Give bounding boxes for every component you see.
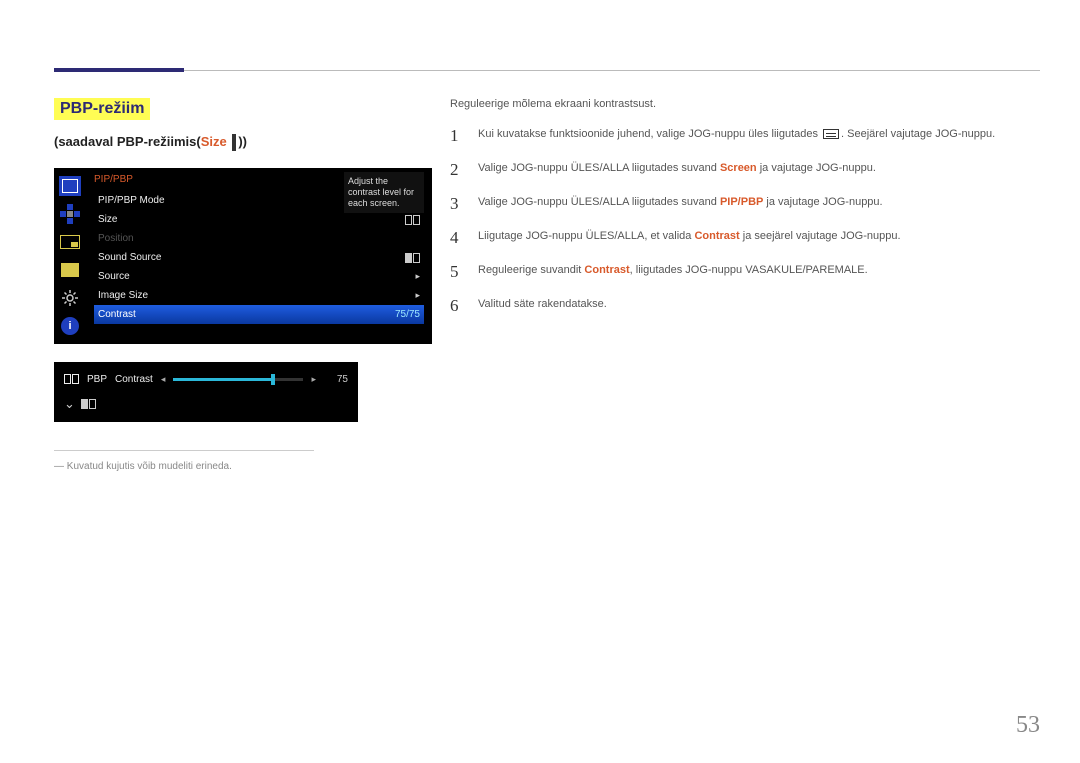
step-highlight: Contrast bbox=[694, 230, 739, 242]
step-fragment: . Seejärel vajutage JOG-nuppu. bbox=[841, 128, 995, 140]
sound-source-icon bbox=[405, 253, 420, 263]
header-rule bbox=[54, 70, 1040, 71]
step-number: 2 bbox=[450, 160, 464, 180]
section-heading: PBP-režiim bbox=[54, 98, 150, 120]
slider-source-label: PBP bbox=[87, 374, 107, 385]
info-icon: i bbox=[59, 316, 81, 336]
osd-row-contrast[interactable]: Contrast 75/75 bbox=[94, 305, 424, 324]
pbp-size-icon bbox=[405, 215, 420, 225]
osd-panel: i PIP/PBP Adjust the contrast level for … bbox=[54, 168, 432, 344]
step-text: Valitud säte rakendatakse. bbox=[478, 296, 1035, 312]
steps-list: 1 Kui kuvatakse funktsioonide juhend, va… bbox=[450, 126, 1035, 316]
dpad-icon bbox=[59, 204, 81, 224]
step-fragment: , liigutades JOG-nuppu VASAKULE/PAREMALE… bbox=[630, 264, 868, 276]
step-fragment: ja seejärel vajutage JOG-nuppu. bbox=[740, 230, 901, 242]
pbp-size-icon bbox=[64, 374, 79, 384]
slider-arrow-left-icon[interactable]: ◂ bbox=[161, 374, 166, 385]
pbp-size-icon bbox=[81, 399, 96, 409]
footnote-text: Kuvatud kujutis võib mudeliti erineda. bbox=[67, 461, 232, 472]
step-fragment: Valige JOG-nuppu ÜLES/ALLA liigutades su… bbox=[478, 162, 720, 174]
step-1: 1 Kui kuvatakse funktsioonide juhend, va… bbox=[450, 126, 1035, 146]
slider-track[interactable] bbox=[173, 378, 303, 381]
step-fragment: Liigutage JOG-nuppu ÜLES/ALLA, et valida bbox=[478, 230, 694, 242]
osd-sidebar: i bbox=[54, 168, 86, 344]
step-text: Reguleerige suvandit Contrast, liigutade… bbox=[478, 262, 1035, 278]
step-fragment: ja vajutage JOG-nuppu. bbox=[757, 162, 876, 174]
osd-row-label: Contrast bbox=[98, 309, 136, 320]
step-highlight: Contrast bbox=[584, 264, 629, 276]
step-5: 5 Reguleerige suvandit Contrast, liiguta… bbox=[450, 262, 1035, 282]
subheading-suffix: )) bbox=[238, 134, 247, 149]
osd-row-source: Source bbox=[94, 267, 424, 286]
intro-text: Reguleerige mõlema ekraani kontrastsust. bbox=[450, 98, 1035, 110]
pbp-size-icon bbox=[232, 135, 236, 150]
chevron-right-icon bbox=[415, 290, 420, 301]
step-6: 6 Valitud säte rakendatakse. bbox=[450, 296, 1035, 316]
step-number: 5 bbox=[450, 262, 464, 282]
step-highlight: Screen bbox=[720, 162, 757, 174]
osd-row-label: Sound Source bbox=[98, 252, 161, 263]
step-4: 4 Liigutage JOG-nuppu ÜLES/ALLA, et vali… bbox=[450, 228, 1035, 248]
step-fragment: Reguleerige suvandit bbox=[478, 264, 584, 276]
slider-panel: PBP Contrast ◂ ▸ 75 ⌄ bbox=[54, 362, 358, 422]
chevron-down-icon[interactable]: ⌄ bbox=[64, 396, 75, 412]
osd-main: PIP/PBP Adjust the contrast level for ea… bbox=[86, 168, 432, 344]
header-rule-accent bbox=[54, 68, 184, 72]
slider-name: Contrast bbox=[115, 374, 153, 385]
footnote: ― Kuvatud kujutis võib mudeliti erineda. bbox=[54, 461, 424, 472]
step-2: 2 Valige JOG-nuppu ÜLES/ALLA liigutades … bbox=[450, 160, 1035, 180]
slider-fill bbox=[173, 378, 271, 381]
left-column: PBP-režiim (saadaval PBP-režiimis(Size )… bbox=[54, 98, 424, 472]
osd-tip: Adjust the contrast level for each scree… bbox=[344, 172, 424, 213]
subheading-prefix: (saadaval PBP-režiimis( bbox=[54, 134, 201, 149]
step-number: 3 bbox=[450, 194, 464, 214]
page-number: 53 bbox=[1016, 712, 1040, 739]
osd-row-label: PIP/PBP Mode bbox=[98, 195, 165, 206]
slider-bottom-row: ⌄ bbox=[64, 396, 348, 412]
step-text: Liigutage JOG-nuppu ÜLES/ALLA, et valida… bbox=[478, 228, 1035, 244]
slider-thumb[interactable] bbox=[271, 374, 275, 385]
subheading: (saadaval PBP-režiimis(Size )) bbox=[54, 134, 424, 150]
osd-row-sound: Sound Source bbox=[94, 248, 424, 267]
step-highlight: PIP/PBP bbox=[720, 196, 763, 208]
gear-icon bbox=[59, 288, 81, 308]
step-fragment: Valige JOG-nuppu ÜLES/ALLA liigutades su… bbox=[478, 196, 720, 208]
osd-row-label: Source bbox=[98, 271, 130, 282]
step-text: Valige JOG-nuppu ÜLES/ALLA liigutades su… bbox=[478, 160, 1035, 176]
document-icon bbox=[59, 260, 81, 280]
osd-row-image-size: Image Size bbox=[94, 286, 424, 305]
osd-row-label: Image Size bbox=[98, 290, 148, 301]
slider-row: PBP Contrast ◂ ▸ 75 bbox=[64, 368, 348, 390]
subheading-accent: Size bbox=[201, 134, 227, 149]
step-text: Valige JOG-nuppu ÜLES/ALLA liigutades su… bbox=[478, 194, 1035, 210]
osd-row-value: 75/75 bbox=[395, 309, 420, 320]
footnote-rule bbox=[54, 450, 314, 451]
chevron-right-icon bbox=[415, 271, 420, 282]
osd-row-position: Position bbox=[94, 229, 424, 248]
step-fragment: ja vajutage JOG-nuppu. bbox=[763, 196, 882, 208]
step-number: 1 bbox=[450, 126, 464, 146]
right-column: Reguleerige mõlema ekraani kontrastsust.… bbox=[450, 98, 1035, 316]
osd-row-label: Position bbox=[98, 233, 134, 244]
slider-arrow-right-icon[interactable]: ▸ bbox=[311, 374, 316, 385]
step-fragment: Kui kuvatakse funktsioonide juhend, vali… bbox=[478, 128, 821, 140]
menu-icon bbox=[823, 129, 839, 139]
step-number: 6 bbox=[450, 296, 464, 316]
osd-row-label: Size bbox=[98, 214, 117, 225]
pip-icon bbox=[59, 232, 81, 252]
step-3: 3 Valige JOG-nuppu ÜLES/ALLA liigutades … bbox=[450, 194, 1035, 214]
monitor-icon bbox=[59, 176, 81, 196]
slider-value: 75 bbox=[324, 374, 348, 385]
step-text: Kui kuvatakse funktsioonide juhend, vali… bbox=[478, 126, 1035, 142]
step-number: 4 bbox=[450, 228, 464, 248]
